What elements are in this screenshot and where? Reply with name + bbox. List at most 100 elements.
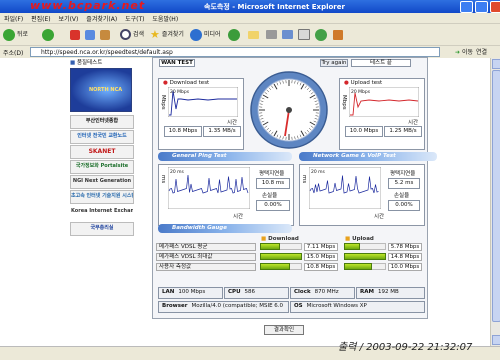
capture-timestamp: 출력 / 2003-09-22 21:32:07 bbox=[338, 342, 473, 353]
menu-help[interactable]: 도움말(H) bbox=[152, 16, 178, 23]
voip-scale: 20 ms bbox=[311, 169, 326, 175]
scroll-down-button[interactable] bbox=[492, 335, 500, 345]
media-button[interactable]: 미디어 bbox=[190, 27, 221, 42]
stop-icon bbox=[70, 29, 80, 40]
download-graph: 20 Mbps bbox=[168, 87, 238, 117]
square-bullet-icon: ■ bbox=[345, 236, 351, 242]
stop-button[interactable] bbox=[70, 27, 80, 42]
forward-button[interactable] bbox=[42, 27, 54, 42]
mail-button[interactable] bbox=[248, 27, 259, 42]
scroll-thumb[interactable] bbox=[492, 70, 500, 322]
bw-download-bar bbox=[260, 263, 291, 270]
list-bullet-icon: ■ bbox=[70, 60, 76, 66]
forward-arrow-icon bbox=[42, 28, 54, 41]
menu-favorites[interactable]: 즐겨찾기(A) bbox=[86, 16, 117, 23]
voip-x-axis: 시간 bbox=[374, 214, 385, 220]
bw-upload-header: ■ Upload bbox=[345, 236, 374, 242]
go-arrow-icon: ➜ bbox=[455, 49, 461, 56]
edit-icon bbox=[282, 30, 293, 39]
search-button[interactable]: 검색 bbox=[120, 27, 144, 42]
messenger-button[interactable] bbox=[315, 27, 327, 42]
menu-edit[interactable]: 편집(E) bbox=[31, 16, 51, 23]
sidebar-banner[interactable]: NORTH NCA bbox=[70, 68, 132, 112]
bw-upload-bar bbox=[344, 253, 386, 260]
download-mbps: 10.8 Mbps bbox=[164, 126, 202, 137]
media-icon bbox=[190, 28, 202, 41]
ping-scale: 20 ms bbox=[170, 169, 185, 175]
test-state-field: 테스트 끝 bbox=[351, 59, 411, 67]
try-again-button[interactable]: Try again bbox=[320, 59, 348, 67]
bw-download-bar bbox=[260, 243, 280, 250]
voip-avg-label: 평택지연율 bbox=[390, 171, 416, 177]
bw-upload-value: 10.0 Mbps bbox=[388, 263, 422, 271]
speed-test-panel: WAN TEST Try again 테스트 끝 ● Download test… bbox=[152, 57, 437, 319]
bw-download-value: 10.8 Mbps bbox=[304, 263, 338, 271]
bw-upload-value: 5.78 Mbps bbox=[388, 243, 422, 251]
go-button[interactable]: ➜ 이동 bbox=[455, 47, 473, 56]
vertical-scrollbar[interactable] bbox=[490, 58, 500, 346]
tab-wan-test[interactable]: WAN TEST bbox=[159, 59, 195, 67]
download-title: ● Download test bbox=[163, 80, 210, 86]
download-x-axis: 시간 bbox=[227, 120, 238, 126]
info-ram: RAM 192 MB bbox=[356, 287, 425, 299]
history-button[interactable] bbox=[228, 27, 240, 42]
radio-bullet-icon: ● bbox=[163, 80, 168, 86]
ping-avg-label: 평택지연율 bbox=[259, 171, 285, 177]
discuss-button[interactable] bbox=[298, 27, 310, 42]
upload-graph: 20 Mbps bbox=[349, 87, 419, 117]
sidebar-item-skanet[interactable]: SKANET bbox=[70, 145, 134, 159]
sidebar-item-kix[interactable]: Korea Internet Exchange bbox=[70, 205, 134, 219]
sidebar-item-exchange-node[interactable]: 인터넷 전국민 교환노드 bbox=[70, 130, 134, 144]
scroll-up-button[interactable] bbox=[492, 59, 500, 69]
watermark-text: www.bcpark.net bbox=[30, 0, 146, 12]
address-input[interactable]: http://speed.nca.or.kr/speedtest/default… bbox=[30, 47, 440, 57]
links-button[interactable]: 연결 bbox=[476, 47, 487, 56]
bw-upload-bar bbox=[344, 243, 361, 250]
voip-test-box: ms 20 ms 시간 평택지연율 5.2 ms 손실율 0.00% bbox=[299, 164, 425, 226]
voip-y-axis: ms bbox=[301, 175, 307, 184]
info-clock: Clock 870 MHz bbox=[290, 287, 355, 299]
confirm-result-button[interactable]: 결과확인 bbox=[264, 325, 304, 335]
bandwidth-gauge-header: Bandwidth Gauge bbox=[158, 224, 292, 233]
upload-test-box: ● Upload test Mbps 20 Mbps 시간 10.0 Mbps … bbox=[339, 78, 425, 150]
discuss-icon bbox=[298, 29, 310, 40]
messenger-icon bbox=[315, 28, 327, 41]
sidebar-item-ngi[interactable]: NGI Next Generation bbox=[70, 175, 134, 189]
sidebar-item-busan[interactable]: 부산인터넷종합 bbox=[70, 115, 134, 129]
menu-file[interactable]: 파일(F) bbox=[4, 16, 23, 23]
speedometer-gauge bbox=[250, 71, 328, 149]
maximize-button[interactable] bbox=[475, 1, 488, 13]
ping-loss-value: 0.00% bbox=[256, 200, 290, 211]
print-button[interactable] bbox=[266, 27, 277, 42]
bw-download-header: ■ Download bbox=[261, 236, 299, 242]
upload-mbps: 10.0 Mbps bbox=[345, 126, 383, 137]
ping-x-axis: 시간 bbox=[233, 214, 244, 220]
research-button[interactable] bbox=[333, 27, 343, 42]
back-button[interactable]: 뒤로 bbox=[3, 27, 28, 42]
minimize-button[interactable] bbox=[460, 1, 473, 13]
bw-download-value: 15.0 Mbps bbox=[304, 253, 338, 261]
star-icon: ★ bbox=[150, 28, 160, 41]
info-os: OS Microsoft Windows XP bbox=[290, 301, 425, 313]
ping-y-axis: ms bbox=[160, 175, 166, 184]
search-icon bbox=[120, 29, 131, 40]
ping-test-box: ms 20 ms 시간 평택지연율 10.8 ms 손실율 0.00% bbox=[158, 164, 294, 226]
close-button[interactable] bbox=[490, 1, 500, 13]
home-button[interactable] bbox=[100, 27, 110, 42]
sidebar-item-tech-support[interactable]: 초고속 인터넷 기술지원 시스템 bbox=[70, 190, 134, 204]
menu-tools[interactable]: 도구(T) bbox=[125, 16, 144, 23]
refresh-button[interactable] bbox=[85, 27, 95, 42]
sidebar-item-pm-office[interactable]: 국무총리실 bbox=[70, 222, 134, 236]
info-browser: Browser Mozilla/4.0 (compatible; MSIE 6.0 bbox=[158, 301, 289, 313]
bw-row-label: 사용자 측정값 bbox=[156, 263, 256, 271]
sidebar-item-portalsite[interactable]: 국가정보화 Portalsite bbox=[70, 160, 134, 174]
menu-view[interactable]: 보기(V) bbox=[59, 16, 79, 23]
research-icon bbox=[333, 29, 343, 40]
menu-bar: 파일(F) 편집(E) 보기(V) 즐겨찾기(A) 도구(T) 도움말(H) bbox=[0, 13, 500, 23]
history-icon bbox=[228, 28, 240, 41]
favorites-button[interactable]: ★ 즐겨찾기 bbox=[150, 27, 184, 42]
window-title: 속도측정 - Microsoft Internet Explorer bbox=[204, 3, 345, 11]
edit-button[interactable] bbox=[282, 27, 293, 42]
bw-upload-bar bbox=[344, 263, 373, 270]
ping-loss-label: 손실율 bbox=[262, 193, 278, 199]
